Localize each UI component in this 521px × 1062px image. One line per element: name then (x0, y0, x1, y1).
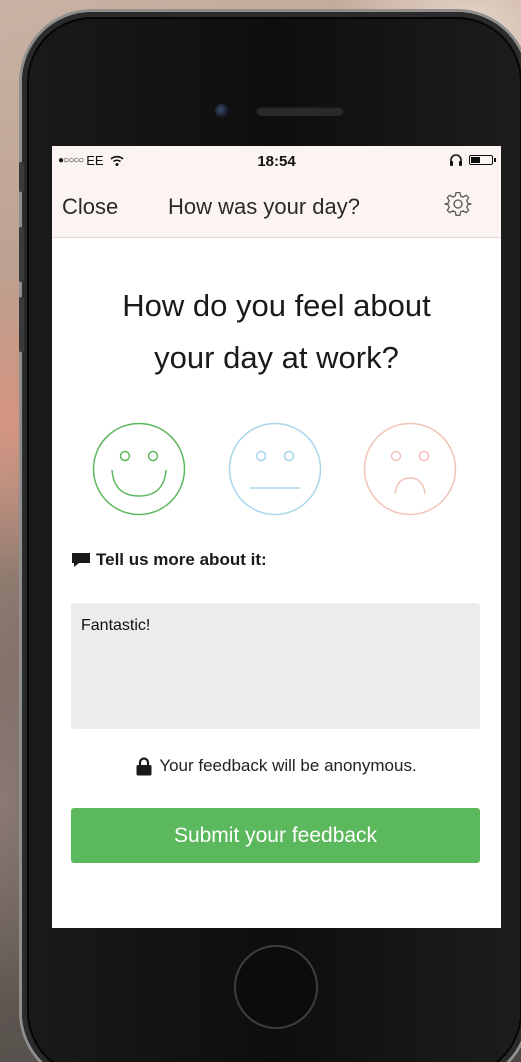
front-camera (215, 104, 229, 118)
volume-down-button (19, 297, 24, 352)
feedback-text: Fantastic! (81, 617, 151, 634)
gear-icon[interactable] (444, 190, 472, 218)
nav-title: How was your day? (168, 194, 360, 219)
anonymous-note-text: Your feedback will be anonymous. (159, 756, 417, 775)
anonymous-note: Your feedback will be anonymous. (52, 756, 501, 776)
volume-up-button (19, 227, 24, 282)
question-line-2: your day at work? (154, 340, 399, 375)
question-heading: How do you feel about your day at work? (72, 280, 481, 384)
close-button[interactable]: Close (62, 194, 118, 220)
status-time: 18:54 (257, 153, 296, 170)
question-line-1: How do you feel about (122, 288, 431, 323)
submit-feedback-button[interactable]: Submit your feedback (71, 808, 480, 863)
headphones-icon (450, 154, 462, 166)
status-right (449, 154, 496, 166)
submit-feedback-label: Submit your feedback (173, 823, 378, 847)
feedback-textarea[interactable]: Fantastic! (71, 603, 480, 729)
tell-more-label: Tell us more about it: (71, 550, 267, 570)
sad-face-icon[interactable] (363, 422, 457, 516)
mute-switch (19, 162, 24, 192)
neutral-face-icon[interactable] (228, 422, 322, 516)
speech-bubble-icon (72, 553, 90, 567)
home-button[interactable] (234, 945, 318, 1029)
status-bar: ●○○○○ EE 18:54 (52, 146, 501, 176)
tell-more-text: Tell us more about it: (96, 550, 267, 569)
app-screen: ●○○○○ EE 18:54 Close How was your day? H… (52, 146, 501, 928)
happy-face-icon[interactable] (92, 422, 186, 516)
earpiece-speaker (256, 106, 344, 116)
lock-icon (136, 756, 152, 775)
battery-icon (469, 155, 496, 165)
navigation-bar: Close How was your day? (52, 176, 501, 238)
